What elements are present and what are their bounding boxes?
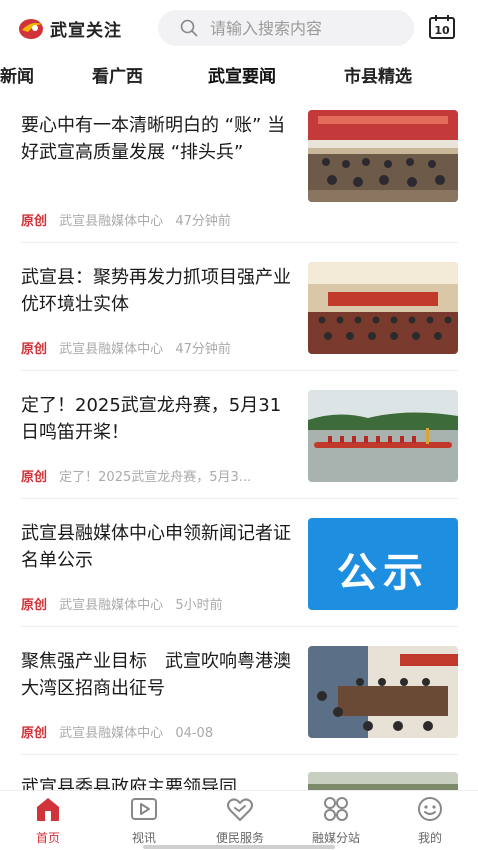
video-icon — [129, 795, 159, 823]
news-item[interactable]: 武宣县：聚势再发力抓项目强产业优环境壮实体 原创 武宣县融媒体中心 47分钟前 — [0, 252, 478, 380]
meeting-hall-thumbnail — [308, 110, 458, 202]
news-feed: 要心中有一本清晰明白的 “账” 当好武宣高质量发展 “排头兵” 原创 武宣县融媒… — [0, 100, 478, 790]
news-item[interactable]: 武宣县委县政府主要领导同 — [0, 764, 478, 790]
news-item[interactable]: 武宣县融媒体中心申领新闻记者证名单公示 原创 武宣县融媒体中心 5小时前 公示 — [0, 508, 478, 636]
news-source: 武宣县融媒体中心 — [59, 214, 164, 229]
tab-video[interactable]: 视讯 — [96, 791, 192, 850]
divider — [21, 754, 458, 755]
heart-service-icon — [225, 795, 255, 823]
notice-thumbnail: 公示 — [308, 518, 458, 610]
original-tag: 原创 — [21, 214, 48, 229]
search-icon — [180, 19, 198, 37]
tab-wuxuan-news[interactable]: 武宣要闻 — [208, 62, 276, 87]
original-tag: 原创 — [21, 598, 48, 613]
news-meta: 原创 武宣县融媒体中心 47分钟前 — [21, 338, 231, 357]
calendar-day: 10 — [434, 24, 450, 37]
search-bar[interactable] — [158, 10, 414, 46]
notice-thumbnail-text: 公示 — [337, 550, 429, 596]
tab-label: 我的 — [417, 831, 442, 845]
investment-meeting-thumbnail — [308, 646, 458, 738]
news-title: 武宣县委县政府主要领导同 — [21, 777, 237, 790]
news-source: 武宣县融媒体中心 — [59, 342, 164, 357]
original-tag: 原创 — [21, 470, 48, 485]
bottom-tab-bar: 首页 视讯 便民服务 融媒分站 我的 — [0, 790, 478, 850]
search-input[interactable] — [210, 18, 400, 38]
logo-mark-icon — [18, 16, 46, 40]
tab-label: 便民服务 — [215, 831, 264, 845]
divider — [21, 498, 458, 499]
news-meta: 原创 武宣县融媒体中心 47分钟前 — [21, 210, 231, 229]
home-indicator[interactable] — [143, 845, 335, 849]
news-title: 武宣县：聚势再发力抓项目强产业优环境壮实体 — [21, 267, 291, 315]
news-time: 47分钟前 — [175, 342, 231, 357]
channel-tabs: 新闻 看广西 武宣要闻 市县精选 — [0, 58, 478, 94]
original-tag: 原创 — [21, 342, 48, 357]
tab-label: 首页 — [35, 831, 60, 845]
divider — [21, 242, 458, 243]
tab-media-station[interactable]: 融媒分站 — [288, 791, 384, 850]
news-time: 47分钟前 — [175, 214, 231, 229]
grid-icon — [321, 795, 351, 823]
tab-label: 融媒分站 — [311, 831, 360, 845]
news-title: 要心中有一本清晰明白的 “账” 当好武宣高质量发展 “排头兵” — [21, 115, 286, 163]
calendar-icon[interactable]: 10 — [428, 14, 456, 40]
logo-text: 武宣关注 — [50, 20, 122, 41]
top-header: 武宣关注 10 — [0, 0, 478, 56]
news-meta: 原创 定了！2025武宣龙舟赛，5月3... — [21, 466, 251, 485]
tab-mine[interactable]: 我的 — [382, 791, 478, 850]
news-title: 聚焦强产业目标 武宣吹响粤港澳大湾区招商出征号 — [21, 651, 291, 699]
tab-label: 视讯 — [131, 831, 156, 845]
news-title: 定了！2025武宣龙舟赛，5月31日鸣笛开桨！ — [21, 395, 282, 443]
tab-service[interactable]: 便民服务 — [192, 791, 288, 850]
news-time: 5小时前 — [175, 598, 223, 613]
news-source: 武宣县融媒体中心 — [59, 726, 164, 741]
news-item[interactable]: 要心中有一本清晰明白的 “账” 当好武宣高质量发展 “排头兵” 原创 武宣县融媒… — [0, 100, 478, 229]
app-logo: 武宣关注 — [18, 14, 122, 42]
news-meta: 原创 武宣县融媒体中心 04-08 — [21, 722, 213, 741]
news-thumbnail — [308, 772, 458, 790]
news-meta: 原创 武宣县融媒体中心 5小时前 — [21, 594, 223, 613]
original-tag: 原创 — [21, 726, 48, 741]
tab-news[interactable]: 新闻 — [0, 62, 34, 87]
news-item[interactable]: 聚焦强产业目标 武宣吹响粤港澳大湾区招商出征号 原创 武宣县融媒体中心 04-0… — [0, 636, 478, 764]
home-icon — [33, 795, 63, 823]
conference-thumbnail — [308, 262, 458, 354]
divider — [21, 626, 458, 627]
news-source: 定了！2025武宣龙舟赛，5月3... — [59, 470, 252, 485]
tab-county-picks[interactable]: 市县精选 — [344, 62, 412, 87]
smile-face-icon — [415, 795, 445, 823]
news-time: 04-08 — [175, 726, 214, 741]
news-title: 武宣县融媒体中心申领新闻记者证名单公示 — [21, 523, 291, 571]
divider — [21, 370, 458, 371]
tab-home[interactable]: 首页 — [0, 791, 96, 850]
tab-guangxi[interactable]: 看广西 — [92, 62, 143, 87]
news-item[interactable]: 定了！2025武宣龙舟赛，5月31日鸣笛开桨！ 原创 定了！2025武宣龙舟赛，… — [0, 380, 478, 508]
dragon-boat-thumbnail — [308, 390, 458, 482]
news-source: 武宣县融媒体中心 — [59, 598, 164, 613]
